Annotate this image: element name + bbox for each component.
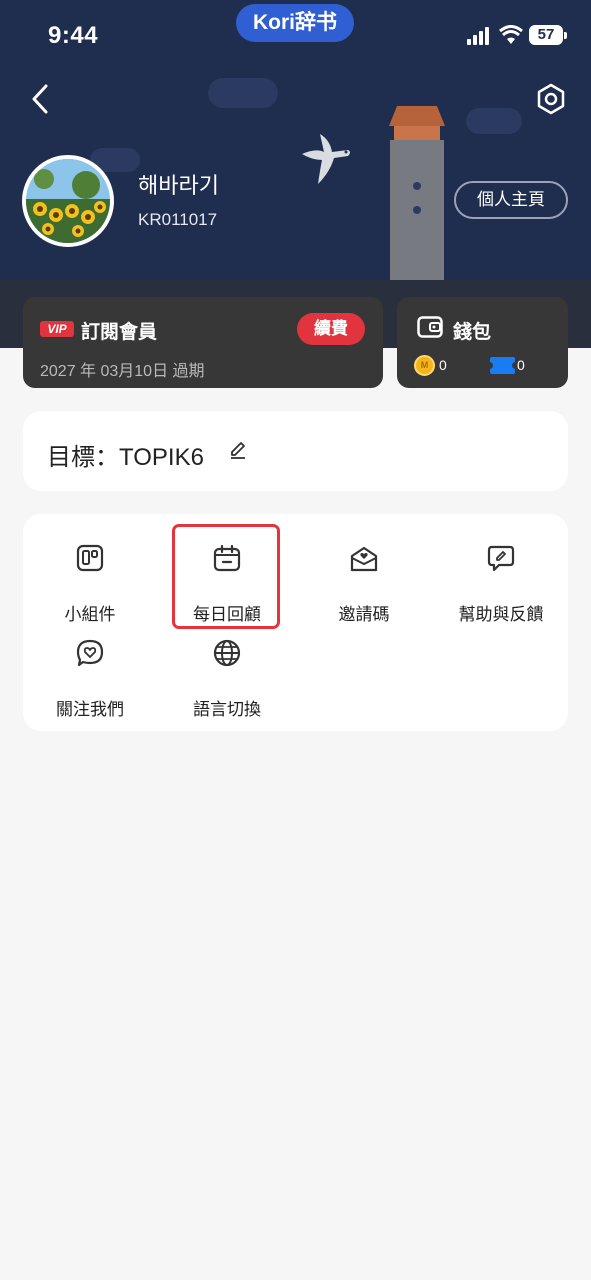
highlight-annotation <box>172 524 280 629</box>
renew-button[interactable]: 續費 <box>297 313 365 345</box>
wifi-icon <box>499 25 523 44</box>
goal-card[interactable]: 目標：TOPIK6 <box>23 411 568 491</box>
cloud-decoration <box>466 108 522 134</box>
menu-item-help-feedback[interactable]: 幫助與反饋 <box>446 526 556 624</box>
widget-icon <box>76 544 104 572</box>
sunflower-photo <box>26 159 110 243</box>
battery-icon: 57 <box>529 25 567 45</box>
vip-subscription-card[interactable]: VIP 訂閱會員 續費 2027 年 03月10日 過期 <box>23 297 383 388</box>
cloud-decoration <box>208 78 278 108</box>
vip-badge: VIP <box>40 321 74 337</box>
pencil-icon[interactable] <box>229 441 247 459</box>
vip-title: 訂閱會員 <box>81 322 158 343</box>
lighthouse-illustration <box>389 106 445 280</box>
globe-icon <box>213 639 241 667</box>
vip-expiry-date: 2027 年 03月10日 過期 <box>40 363 205 380</box>
avatar[interactable] <box>22 155 114 247</box>
menu-item-follow-us[interactable]: 關注我們 <box>35 621 145 719</box>
envelope-heart-icon <box>350 546 378 572</box>
goal-text: 目標：TOPIK6 <box>47 444 204 471</box>
ticket-count: 0 <box>517 357 525 373</box>
status-bar: 9:44 Kori辞书 57 <box>0 0 591 70</box>
gear-icon[interactable] <box>534 82 568 116</box>
coin-count: 0 <box>439 357 447 373</box>
ticket-icon <box>486 357 519 374</box>
menu-item-invite-code[interactable]: 邀請碼 <box>309 526 419 624</box>
seagull-illustration <box>302 134 350 184</box>
coin-icon: M <box>414 355 435 376</box>
wallet-icon <box>417 316 443 338</box>
feedback-icon <box>487 545 515 572</box>
menu-item-label: 語言切換 <box>193 700 261 719</box>
user-id: KR011017 <box>138 210 218 229</box>
menu-item-label: 幫助與反饋 <box>458 605 544 624</box>
wallet-card[interactable]: 錢包 M 0 0 <box>397 297 568 388</box>
username: 해바라기 <box>138 173 219 198</box>
status-time: 9:44 <box>48 22 99 49</box>
heart-chat-icon <box>76 639 104 667</box>
menu-item-widget[interactable]: 小組件 <box>35 526 145 624</box>
menu-item-language[interactable]: 語言切換 <box>172 621 282 719</box>
profile-button[interactable]: 個人主頁 <box>454 181 568 219</box>
menu-grid: 小組件 每日回顧 邀請碼 幫助與反饋 關注我們 語言切換 <box>23 514 568 731</box>
cellular-signal-icon <box>467 27 491 45</box>
wallet-title: 錢包 <box>453 322 492 343</box>
menu-item-label: 邀請碼 <box>338 605 390 624</box>
chevron-left-icon[interactable] <box>24 82 58 116</box>
menu-item-label: 關注我們 <box>56 700 124 719</box>
app-name-pill: Kori辞书 <box>236 4 354 42</box>
